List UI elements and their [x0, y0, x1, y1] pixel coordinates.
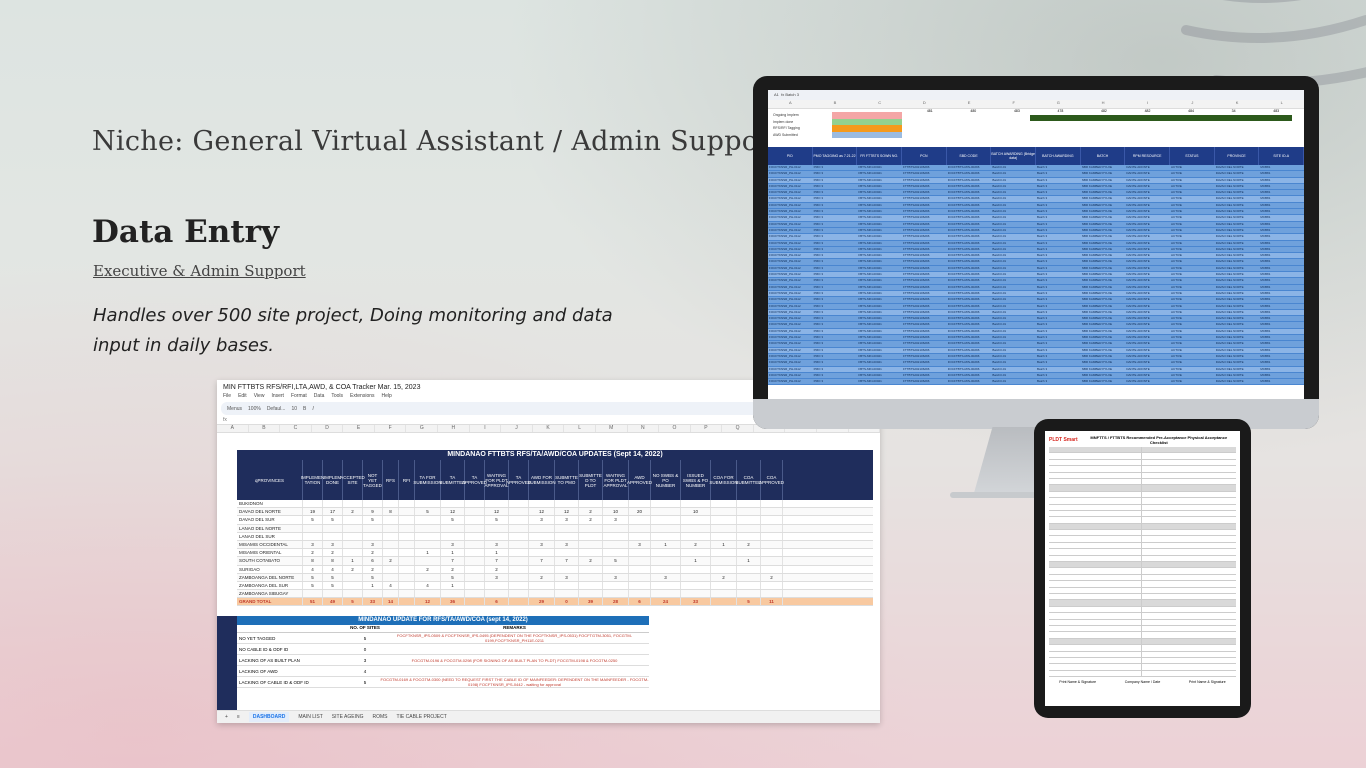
description-text: Handles over 500 site project, Doing mon…: [93, 305, 613, 356]
tab-site-ageing[interactable]: SITE AGEING: [332, 714, 364, 720]
subtitle-link: Executive & Admin Support: [93, 262, 306, 280]
table-row: ZAMBOANGA DEL SUR 5 5 1 4 4 1: [237, 581, 873, 591]
col-header: SUBMITTE D TO PLDT: [579, 460, 603, 500]
remarks-row: NO CABLE ID & ODF ID 0: [237, 644, 649, 655]
col-header: RFS: [383, 460, 399, 500]
menu-file[interactable]: File: [223, 393, 231, 399]
tab-dashboard[interactable]: DASHBOARD: [248, 712, 290, 722]
monitor-table-header: PID PMO TAGGING as 7.21.22 FR FTTBTS SOWN …: [768, 147, 1304, 165]
col-header: TA APPROVED: [506, 460, 531, 500]
monitor-table-body: FOCFTKNSR_PH-0112 PMO 3 FBTS-MIN-00021 FTTB…: [768, 165, 1304, 386]
menu-view[interactable]: View: [254, 393, 265, 399]
remarks-row: NO YET TAGGED 5 FOCFTKNSR_IPS-0509 & FOCFT…: [237, 633, 649, 644]
tab-tie-cable-project[interactable]: TIE CABLE PROJECT: [396, 714, 446, 720]
monitor-col-header: PMO TAGGING as 7.21.22: [813, 147, 858, 165]
monitor-col-header: PID: [768, 147, 813, 165]
col-header: IMPLEMEN TATION: [301, 460, 324, 500]
col-header: TA FOR SUBMISSION: [413, 460, 442, 500]
monitor-col-header: PROVINCE: [1215, 147, 1260, 165]
table-row: LANAO DEL NORTE: [237, 524, 873, 533]
remarks-row: LACKING OF AWD 4: [237, 666, 649, 677]
monitor-col-header: BATCH AWARDING (Bridge data): [991, 147, 1037, 165]
monitor-col-header: STATUS: [1170, 147, 1215, 165]
niche-heading: Niche: General Virtual Assistant / Admin…: [92, 126, 783, 157]
col-header: NOT YET TAGGED: [363, 460, 383, 500]
col-header: COA FOR SUBMISSION: [709, 460, 738, 500]
menu-tools[interactable]: Tools: [331, 393, 343, 399]
col-header: qPROVINCES: [237, 460, 303, 500]
table-row: MISAMIS OCCIDENTAL 3 3 3 3 3 3 3 3 1 2 1 2: [237, 540, 873, 550]
monitor-toolbar: A1 fx Batch 3: [768, 90, 1304, 100]
menu-format[interactable]: Format: [291, 393, 307, 399]
spreadsheet-screenshot: MIN FTTBTS RFS/RFI,LTA,AWD, & COA Tracke…: [217, 380, 880, 723]
monitor-col-header: SBD CODE: [947, 147, 992, 165]
table-row: LANAO DEL SUR: [237, 532, 873, 541]
col-header: AWD APPROVED: [627, 460, 652, 500]
table-row: DAVAO DEL SUR 5 5 5 5 5 3 3 2 3: [237, 516, 873, 525]
tab-main-list[interactable]: MAIN LIST: [298, 714, 322, 720]
monitor-col-header: FR FTTBTS SOWN NO.: [857, 147, 903, 165]
monitor-column-headers: ABCDEFGHIJKL: [768, 100, 1304, 109]
col-header: TA APPROVED: [462, 460, 487, 500]
col-header: SUBMITTE TO PMO: [555, 460, 579, 500]
menu-data[interactable]: Data: [314, 393, 325, 399]
col-header: ACCEPTED SITE: [340, 460, 365, 500]
col-header: COA APPROVED: [759, 460, 784, 500]
monitor-row: FOCFTKNSR_PH-0112 PMO 3 FBTS-MIN-00021 FTTB…: [768, 379, 1304, 386]
sheet-tabs: + ≡ DASHBOARD MAIN LIST SITE AGEING ROMS…: [217, 710, 880, 723]
menu-insert[interactable]: Insert: [271, 393, 284, 399]
font-select[interactable]: Defaul...: [267, 406, 286, 412]
col-header: COA SUBMITTED: [736, 460, 762, 500]
table-row: BUKIDNON: [237, 500, 873, 509]
remarks-table: MINDANAO UPDATE FOR RFS/TA/AWD/COA (sept…: [237, 616, 649, 688]
col-header: NO SWBS & PO NUMBER: [651, 460, 681, 500]
updates-table-title: MINDANAO FTTBTS RFS/TA/AWD/COA UPDATES (…: [237, 450, 873, 460]
updates-table-header: qPROVINCES IMPLEMEN TATION IMPLEM DONE ACCE…: [237, 460, 873, 500]
table-row: ZAMBOANGA SIBUGAY: [237, 590, 873, 599]
sheet-side-label: [217, 616, 237, 716]
menu-extensions[interactable]: Extensions: [350, 393, 374, 399]
monitor-col-header: BATCH AWARDING: [1036, 147, 1081, 165]
menu-help[interactable]: Help: [382, 393, 392, 399]
remarks-table-title: MINDANAO UPDATE FOR RFS/TA/AWD/COA (sept…: [237, 616, 649, 625]
pldt-smart-logo: PLDT Smart: [1049, 437, 1078, 443]
checklist-title: MNFTTS / FTTBTS Recommended Pre-Acceptan…: [1090, 435, 1228, 445]
table-row: MISAMIS ORIENTAL 2 2 2 1 1 1: [237, 549, 873, 558]
menus-button[interactable]: Menus: [227, 406, 242, 412]
table-row: ZAMBOANGA DEL NORTE 5 5 5 5 3 2 3 3 3 2 2: [237, 573, 873, 582]
grand-total-row: GRAND TOTAL 51 49 5 33 14 12 36 6 29 0 39 28 6 24 33 5 11: [237, 598, 873, 607]
page-title: Data Entry: [92, 214, 279, 250]
updates-table: MINDANAO FTTBTS RFS/TA/AWD/COA UPDATES (…: [237, 450, 873, 607]
remarks-col-sites: NO. OF SITES: [350, 625, 380, 630]
add-sheet-icon[interactable]: +: [225, 714, 228, 720]
col-header: ISSUED SWBS & PO NUMBER: [681, 460, 711, 500]
bold-icon[interactable]: B: [303, 406, 306, 412]
tablet-screen: PLDT Smart MNFTTS / FTTBTS Recommended P…: [1045, 431, 1240, 706]
monitor-col-header: PCN: [902, 147, 947, 165]
remarks-row: LACKING OF AS BUILT PLAN 3 FOCGTM-0196 & F…: [237, 655, 649, 666]
monitor-col-header: SITE ID-A: [1259, 147, 1304, 165]
sheet-list-icon[interactable]: ≡: [237, 714, 240, 720]
table-row: SURIGAO 4 4 2 2 2 2 2: [237, 565, 873, 574]
table-row: SOUTH COTABATO 8 8 1 6 2 7 7 7 7 2 5 1 1: [237, 557, 873, 566]
imac-monitor: A1 fx Batch 3 ABCDEFGHIJKL Ongoing Imple…: [753, 76, 1319, 429]
monitor-legend: Ongoing Implem Implem done RFS/RFI Tagging…: [768, 109, 1304, 147]
col-header: AWD FOR SUBMISSION: [527, 460, 556, 500]
tab-roms[interactable]: ROMS: [372, 714, 387, 720]
remarks-row: LACKING OF CABLE ID & ODF ID 5 FOCGTM-0169…: [237, 677, 649, 688]
italic-icon[interactable]: I: [312, 406, 313, 412]
table-row: DAVAO DEL NORTE 19 17 2 9 8 5 12 12 12 12 2 10 20 10: [237, 508, 873, 517]
col-header: WAITING FOR PLDT APPROVAL: [603, 460, 629, 500]
remarks-col-remarks: REMARKS: [503, 625, 526, 630]
font-size-input[interactable]: 10: [291, 406, 297, 412]
tablet-device: PLDT Smart MNFTTS / FTTBTS Recommended P…: [1034, 419, 1251, 718]
monitor-col-header: BATCH: [1081, 147, 1126, 165]
monitor-screen: A1 fx Batch 3 ABCDEFGHIJKL Ongoing Imple…: [768, 90, 1304, 402]
zoom-select[interactable]: 100%: [248, 406, 261, 412]
monitor-col-header: RPM RESOURCE: [1125, 147, 1171, 165]
menu-edit[interactable]: Edit: [238, 393, 247, 399]
